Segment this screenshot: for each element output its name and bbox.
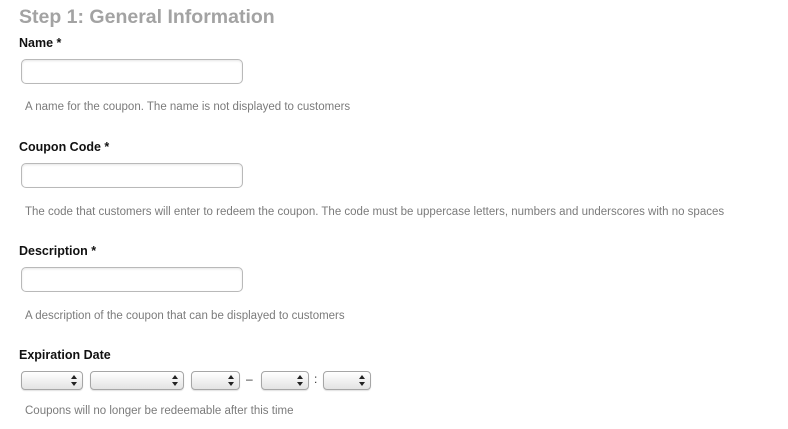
expiration-year-select[interactable]	[191, 371, 240, 390]
expiration-hour-select[interactable]	[261, 371, 309, 390]
expiration-month-select[interactable]	[90, 371, 184, 390]
select-updown-icon	[359, 375, 365, 386]
expiration-date-help-text: Coupons will no longer be redeemable aft…	[25, 405, 294, 417]
select-updown-icon	[172, 375, 178, 386]
description-help-text: A description of the coupon that can be …	[25, 310, 345, 322]
description-label: Description *	[19, 244, 97, 258]
description-input[interactable]	[21, 267, 243, 292]
time-separator: :	[314, 372, 318, 386]
coupon-code-label: Coupon Code *	[19, 140, 110, 154]
select-updown-icon	[71, 375, 77, 386]
date-time-separator: –	[246, 372, 253, 386]
expiration-date-label: Expiration Date	[19, 348, 111, 362]
expiration-minute-select[interactable]	[323, 371, 371, 390]
expiration-day-select[interactable]	[21, 371, 83, 390]
select-updown-icon	[297, 375, 303, 386]
coupon-code-input[interactable]	[21, 163, 243, 188]
name-input[interactable]	[21, 59, 243, 84]
name-help-text: A name for the coupon. The name is not d…	[25, 101, 351, 113]
name-label: Name *	[19, 36, 62, 50]
coupon-code-help-text: The code that customers will enter to re…	[25, 206, 725, 218]
page-title: Step 1: General Information	[19, 6, 275, 28]
select-updown-icon	[228, 375, 234, 386]
